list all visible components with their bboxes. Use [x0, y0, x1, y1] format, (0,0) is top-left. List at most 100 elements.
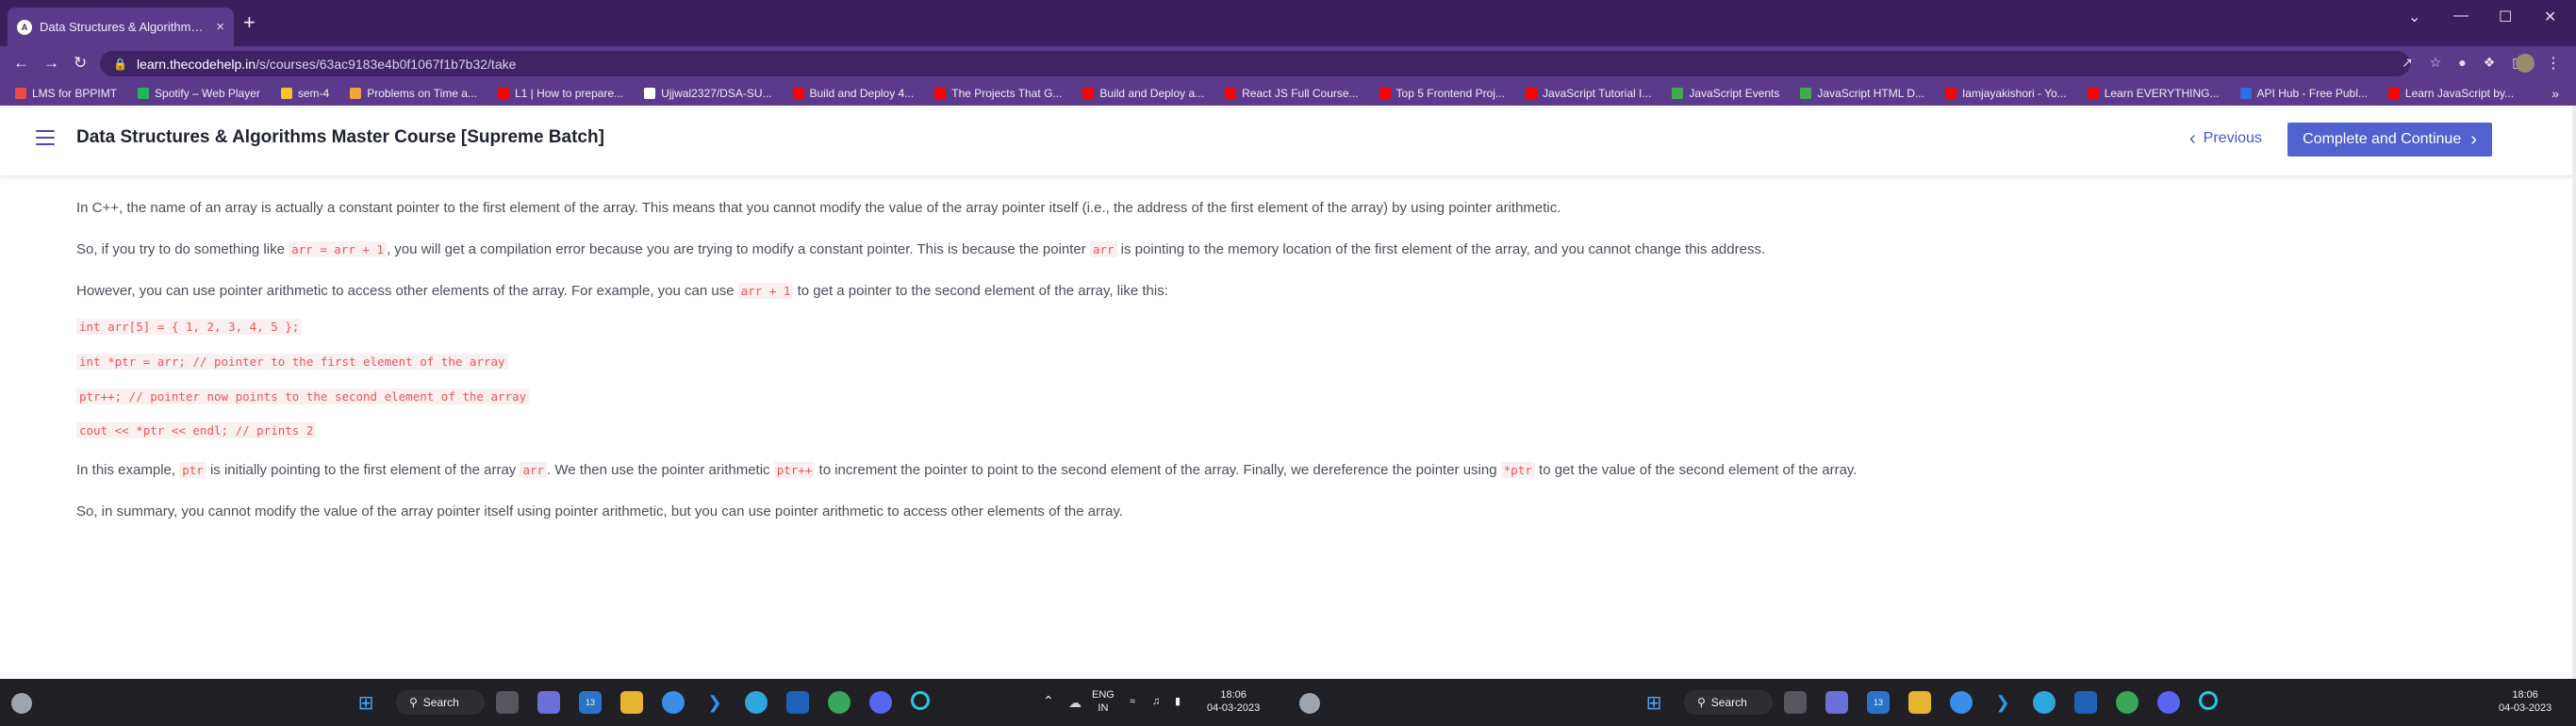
- reload-button[interactable]: ↻: [74, 54, 87, 73]
- taskbar-search-2[interactable]: ⚲ Search: [1684, 690, 1773, 715]
- wifi-icon[interactable]: ≈: [1130, 695, 1135, 708]
- task-view-icon-2[interactable]: [1784, 691, 1807, 714]
- clock-time: 18:06: [2512, 689, 2538, 701]
- bookmark-item[interactable]: JavaScript HTML D...: [1800, 87, 1924, 100]
- course-header: Data Structures & Algorithms Master Cour…: [0, 106, 2576, 175]
- bookmark-favicon-icon: [350, 88, 362, 99]
- bookmark-favicon-icon: [2087, 88, 2099, 99]
- system-clock-2[interactable]: 18:06 04-03-2023: [2499, 688, 2551, 715]
- telegram-icon-2[interactable]: [2033, 691, 2056, 714]
- bookmark-item[interactable]: Learn JavaScript by...: [2387, 87, 2514, 100]
- bookmark-favicon-icon: [15, 88, 26, 99]
- bookmark-favicon-icon: [1225, 88, 1237, 99]
- clock-date: 04-03-2023: [2499, 702, 2552, 714]
- new-tab-button[interactable]: +: [243, 12, 256, 33]
- chrome-icon[interactable]: [662, 691, 685, 714]
- bookmark-item[interactable]: React JS Full Course...: [1225, 87, 1359, 100]
- tab-search-chevron-icon[interactable]: ⌄: [2408, 8, 2420, 26]
- weather-widget-icon[interactable]: [11, 693, 32, 714]
- page-scrollbar[interactable]: [2572, 106, 2576, 679]
- mail-icon[interactable]: [786, 691, 809, 714]
- bookmark-item[interactable]: Ujjwal2327/DSA-SU...: [644, 87, 772, 100]
- bookmark-favicon-icon: [497, 88, 509, 99]
- tray-overflow-icon[interactable]: ⌃: [1043, 694, 1054, 707]
- bookmark-star-icon[interactable]: ☆: [2430, 55, 2442, 71]
- browser-menu-icon[interactable]: ⋮: [2546, 54, 2561, 73]
- window-minimize-button[interactable]: —: [2453, 8, 2469, 25]
- bookmark-item[interactable]: Iamjayakishori - Yo...: [1944, 87, 2067, 100]
- battery-icon[interactable]: ▮: [1175, 695, 1181, 708]
- file-explorer-icon-2[interactable]: [1908, 691, 1931, 714]
- app-icon-2[interactable]: [2116, 691, 2138, 714]
- language-indicator[interactable]: ENG IN: [1092, 688, 1115, 715]
- discord-icon-2[interactable]: [2157, 691, 2180, 714]
- windows-start-icon-2[interactable]: ⊞: [1643, 691, 1665, 714]
- text-run: is initially pointing to the first eleme…: [206, 462, 520, 478]
- bookmark-item[interactable]: JavaScript Events: [1672, 87, 1779, 100]
- mail-icon-2[interactable]: [2074, 691, 2097, 714]
- bookmark-label: Ujjwal2327/DSA-SU...: [661, 87, 772, 100]
- bookmark-item[interactable]: sem-4: [280, 87, 329, 100]
- teams-chat-icon[interactable]: [537, 691, 560, 714]
- notification-center-icon[interactable]: [1299, 693, 1320, 714]
- bookmark-item[interactable]: LMS for BPPIMT: [15, 87, 117, 100]
- alexa-icon[interactable]: [911, 691, 930, 710]
- volume-icon[interactable]: ♫: [1152, 695, 1160, 708]
- bookmarks-overflow-icon[interactable]: »: [2551, 86, 2559, 101]
- code-line-2: int *ptr = arr; // pointer to the first …: [76, 354, 508, 370]
- share-icon[interactable]: ↗: [2402, 55, 2413, 71]
- lock-icon[interactable]: 🔒: [113, 58, 127, 71]
- vscode-icon[interactable]: ❯: [703, 691, 726, 714]
- bookmark-item[interactable]: Build and Deploy a...: [1082, 87, 1204, 100]
- bookmark-label: Problems on Time a...: [367, 87, 477, 100]
- bookmark-item[interactable]: API Hub - Free Publ...: [2239, 87, 2368, 100]
- chrome-icon-2[interactable]: [1950, 691, 1973, 714]
- bookmark-label: JavaScript Tutorial I...: [1542, 87, 1652, 100]
- bookmark-favicon-icon: [1082, 88, 1095, 99]
- file-explorer-icon[interactable]: [620, 691, 643, 714]
- profile-avatar[interactable]: [2516, 54, 2535, 73]
- alexa-icon-2[interactable]: [2199, 691, 2218, 710]
- previous-button[interactable]: ‹ Previous: [2189, 129, 2262, 148]
- bookmark-item[interactable]: JavaScript Tutorial I...: [1525, 87, 1652, 100]
- complete-label: Complete and Continue: [2303, 131, 2462, 147]
- bookmark-favicon-icon: [792, 88, 804, 99]
- app-icon[interactable]: [828, 691, 850, 714]
- vscode-icon-2[interactable]: ❯: [1991, 691, 2014, 714]
- window-close-button[interactable]: ✕: [2544, 8, 2556, 26]
- complete-and-continue-button[interactable]: Complete and Continue ›: [2287, 123, 2492, 157]
- bookmark-item[interactable]: Build and Deploy 4...: [792, 87, 914, 100]
- weather-tray-icon[interactable]: ☁: [1064, 691, 1086, 714]
- bookmark-item[interactable]: Learn EVERYTHING...: [2087, 87, 2220, 100]
- teams-badge: 13: [585, 698, 595, 707]
- telegram-icon[interactable]: [745, 691, 768, 714]
- inline-code: ptr: [179, 462, 206, 478]
- extension-icon[interactable]: ●: [2458, 55, 2466, 71]
- bookmark-label: The Projects That G...: [951, 87, 1063, 100]
- bookmark-item[interactable]: Problems on Time a...: [350, 87, 477, 100]
- bookmark-item[interactable]: L1 | How to prepare...: [497, 87, 623, 100]
- bookmark-label: React JS Full Course...: [1242, 87, 1359, 100]
- teams-icon-2[interactable]: 13: [1867, 691, 1890, 714]
- back-button[interactable]: ←: [13, 54, 29, 73]
- browser-tab-active[interactable]: A Data Structures & Algorithms M ×: [8, 8, 234, 46]
- bookmark-item[interactable]: Spotify – Web Player: [138, 87, 260, 100]
- tab-close-icon[interactable]: ×: [216, 19, 224, 35]
- windows-start-icon[interactable]: ⊞: [355, 691, 377, 714]
- bookmark-favicon-icon: [138, 88, 150, 99]
- url-path: /s/courses/63ac9183e4b0f1067f1b7b32/take: [256, 56, 517, 72]
- teams-icon[interactable]: 13: [579, 691, 602, 714]
- menu-hamburger-icon[interactable]: [36, 130, 55, 145]
- address-bar[interactable]: 🔒 learn.thecodehelp.in /s/courses/63ac91…: [100, 51, 2410, 76]
- task-view-icon[interactable]: [496, 691, 519, 714]
- toolbar-icons: ↗ ☆ ● ❖ ▯: [2402, 55, 2519, 71]
- window-maximize-button[interactable]: ☐: [2499, 8, 2512, 26]
- puzzle-extensions-icon[interactable]: ❖: [2484, 55, 2496, 71]
- bookmark-item[interactable]: The Projects That G...: [934, 87, 1062, 100]
- bookmark-item[interactable]: Top 5 Frontend Proj...: [1379, 87, 1505, 100]
- discord-icon[interactable]: [869, 691, 892, 714]
- forward-button[interactable]: →: [43, 54, 59, 73]
- taskbar-search[interactable]: ⚲ Search: [396, 690, 485, 715]
- teams-chat-icon-2[interactable]: [1825, 691, 1848, 714]
- system-clock[interactable]: 18:06 04-03-2023: [1207, 688, 1260, 715]
